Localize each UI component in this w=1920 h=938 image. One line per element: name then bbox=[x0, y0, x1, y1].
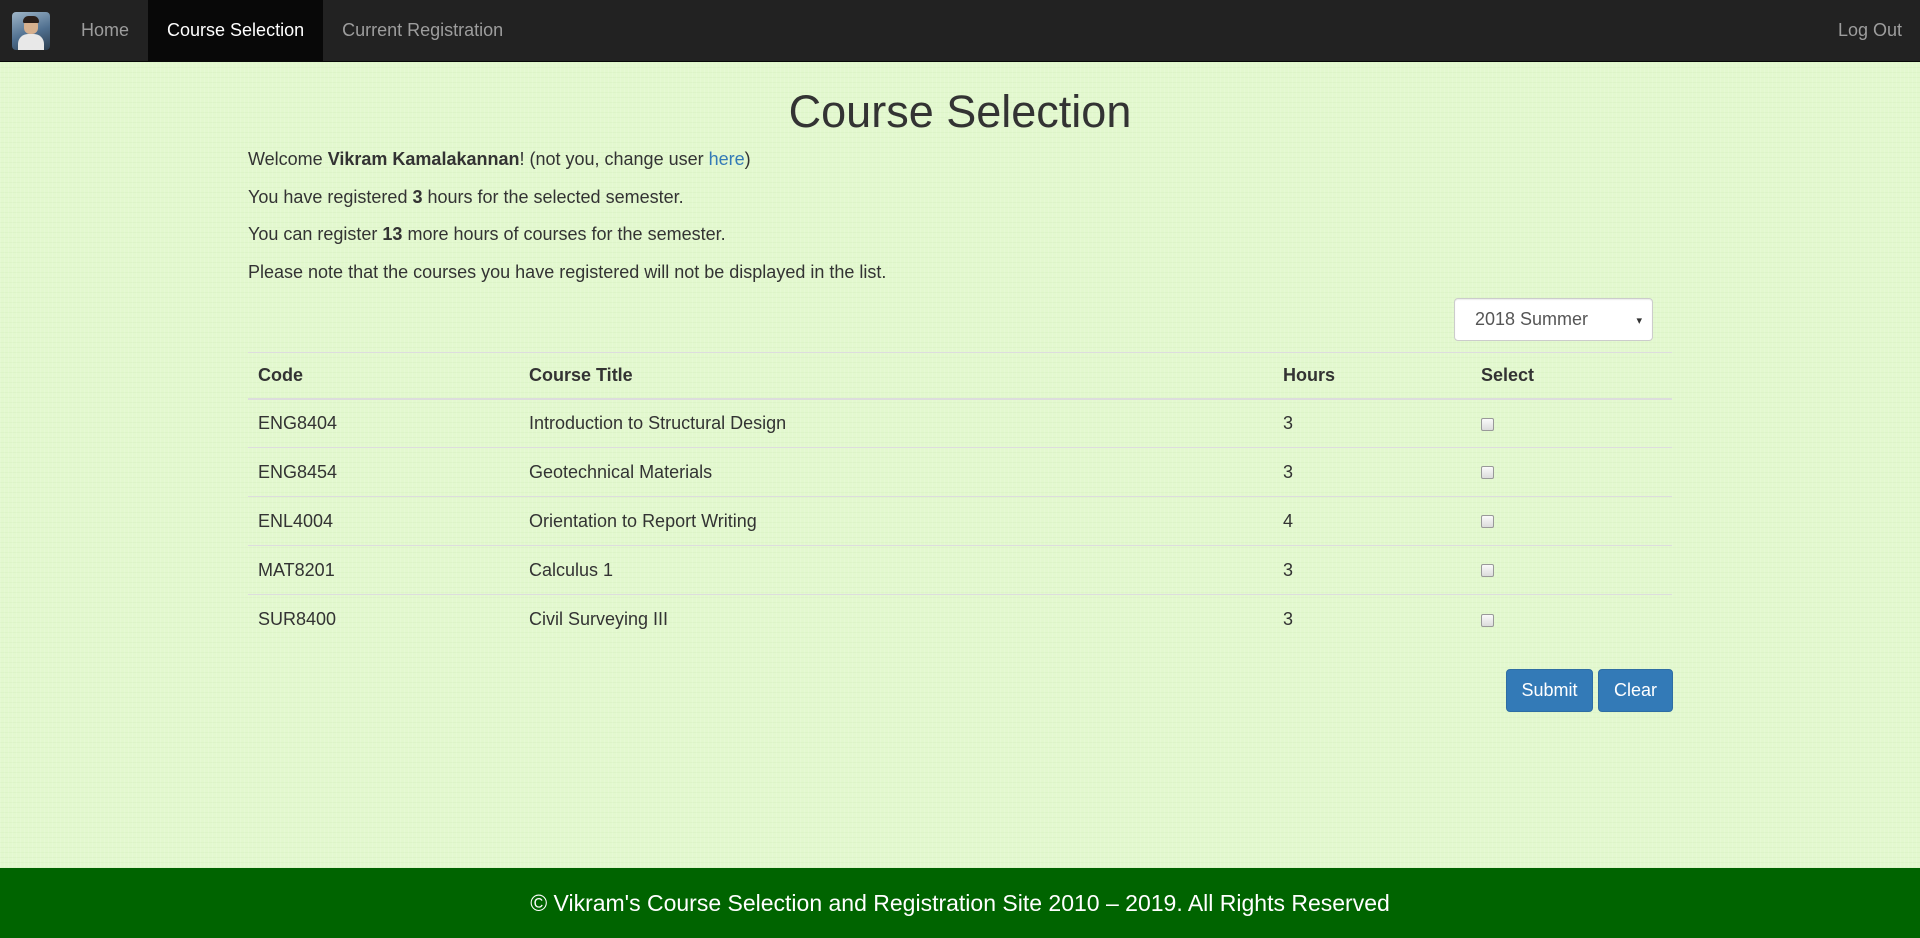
course-code: ENL4004 bbox=[248, 496, 519, 546]
course-title: Introduction to Structural Design bbox=[519, 398, 1273, 448]
logout-link[interactable]: Log Out bbox=[1819, 0, 1920, 61]
course-title: Civil Surveying III bbox=[519, 594, 1273, 644]
column-header-title: Course Title bbox=[519, 352, 1273, 400]
course-title: Orientation to Report Writing bbox=[519, 496, 1273, 546]
change-user-link[interactable]: here bbox=[709, 149, 745, 169]
column-header-select: Select bbox=[1471, 352, 1672, 400]
course-hours: 3 bbox=[1273, 545, 1471, 595]
table-row: SUR8400 Civil Surveying III 3 bbox=[248, 594, 1672, 644]
remaining-hours-value: 13 bbox=[382, 224, 403, 244]
course-select-checkbox[interactable] bbox=[1481, 466, 1494, 480]
welcome-text: Welcome Vikram Kamalakannan! (not you, c… bbox=[248, 149, 751, 169]
top-navbar: Home Course Selection Current Registrati… bbox=[0, 0, 1920, 62]
course-code: ENG8404 bbox=[248, 398, 519, 448]
clear-button[interactable]: Clear bbox=[1598, 669, 1673, 712]
course-code: ENG8454 bbox=[248, 447, 519, 497]
course-hours: 4 bbox=[1273, 496, 1471, 546]
column-header-hours: Hours bbox=[1273, 352, 1471, 400]
course-hours: 3 bbox=[1273, 398, 1471, 448]
main-content: Course Selection Welcome Vikram Kamalaka… bbox=[0, 62, 1920, 868]
table-row: MAT8201 Calculus 1 3 bbox=[248, 545, 1672, 595]
registered-hours-value: 3 bbox=[412, 187, 423, 207]
courses-table: Code Course Title Hours Select ENG8404 I… bbox=[248, 352, 1672, 644]
footer-copyright: © Vikram's Course Selection and Registra… bbox=[530, 889, 1390, 916]
course-title: Geotechnical Materials bbox=[519, 447, 1273, 497]
semester-selected-value: 2018 Summer bbox=[1475, 309, 1589, 329]
avatar bbox=[12, 12, 50, 50]
column-header-code: Code bbox=[248, 352, 519, 400]
submit-button[interactable]: Submit bbox=[1506, 669, 1593, 712]
table-header-row: Code Course Title Hours Select bbox=[248, 352, 1672, 400]
course-select-checkbox[interactable] bbox=[1481, 515, 1494, 529]
remaining-hours-text: You can register 13 more hours of course… bbox=[248, 224, 726, 244]
chevron-down-icon: ▾ bbox=[1636, 315, 1642, 327]
table-row: ENG8404 Introduction to Structural Desig… bbox=[248, 398, 1672, 448]
user-name: Vikram Kamalakannan bbox=[327, 149, 520, 169]
nav-item-home[interactable]: Home bbox=[62, 0, 148, 61]
registered-hours-text: You have registered 3 hours for the sele… bbox=[248, 187, 684, 207]
course-select-checkbox[interactable] bbox=[1481, 564, 1494, 578]
course-hours: 3 bbox=[1273, 447, 1471, 497]
page-title: Course Selection bbox=[788, 86, 1132, 137]
table-row: ENG8454 Geotechnical Materials 3 bbox=[248, 447, 1672, 497]
course-hours: 3 bbox=[1273, 594, 1471, 644]
table-row: ENL4004 Orientation to Report Writing 4 bbox=[248, 496, 1672, 546]
course-select-checkbox[interactable] bbox=[1481, 613, 1494, 627]
nav-item-current-registration[interactable]: Current Registration bbox=[323, 0, 522, 61]
brand-logo-link[interactable] bbox=[0, 0, 62, 62]
semester-select[interactable]: 2018 Summer ▾ bbox=[1454, 298, 1653, 341]
course-select-checkbox[interactable] bbox=[1481, 417, 1494, 431]
course-title: Calculus 1 bbox=[519, 545, 1273, 595]
registration-note: Please note that the courses you have re… bbox=[248, 262, 887, 282]
course-code: SUR8400 bbox=[248, 594, 519, 644]
footer: © Vikram's Course Selection and Registra… bbox=[0, 868, 1920, 938]
nav-item-course-selection[interactable]: Course Selection bbox=[148, 0, 324, 61]
course-code: MAT8201 bbox=[248, 545, 519, 595]
